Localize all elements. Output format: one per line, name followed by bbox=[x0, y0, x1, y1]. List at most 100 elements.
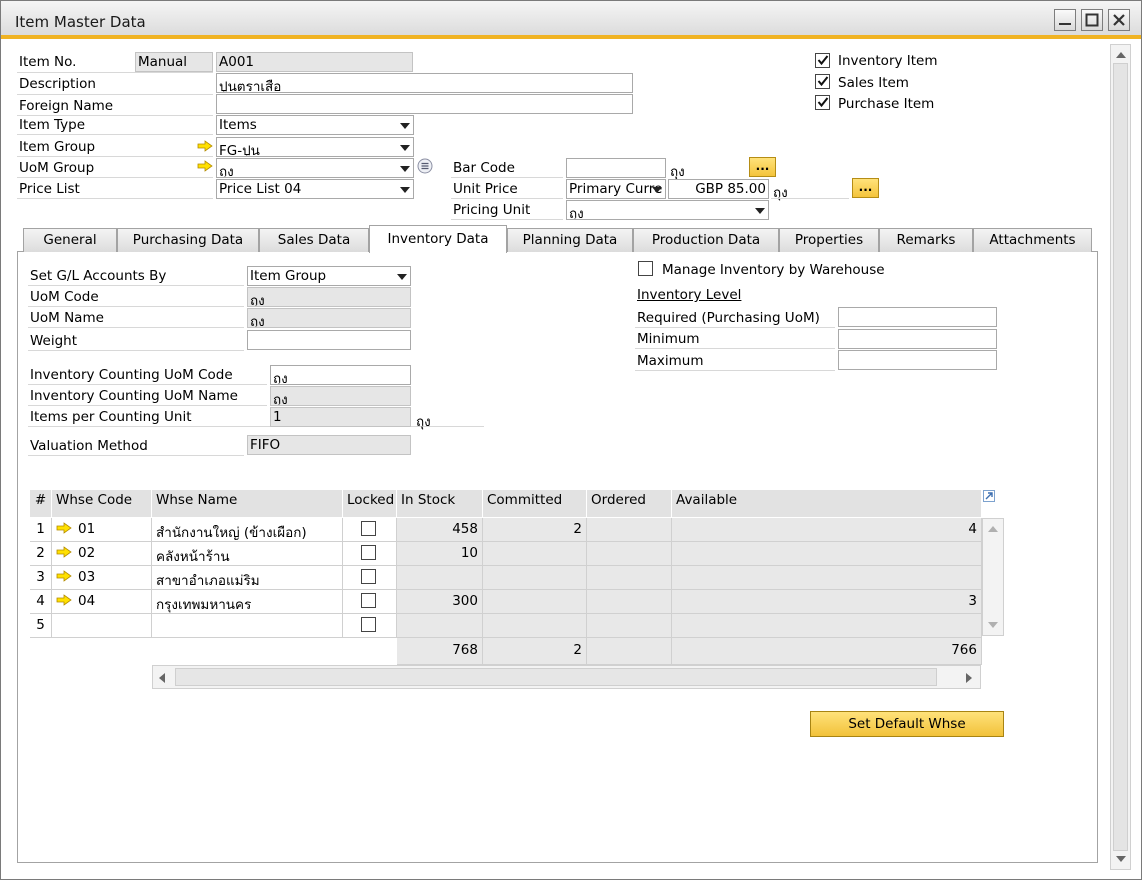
tab-general[interactable]: General bbox=[23, 228, 117, 252]
scroll-down-icon[interactable] bbox=[1115, 855, 1127, 863]
item-type-select[interactable]: Items bbox=[216, 115, 414, 135]
foreign-name-field[interactable] bbox=[216, 94, 633, 114]
scroll-thumb[interactable] bbox=[175, 668, 937, 686]
close-button[interactable] bbox=[1108, 9, 1130, 31]
link-arrow-icon[interactable] bbox=[56, 546, 72, 558]
grid-horizontal-scrollbar[interactable] bbox=[152, 665, 981, 689]
grid-cell-name[interactable]: สาขาอำเภอแม่ริม bbox=[152, 566, 343, 590]
item-group-select[interactable]: FG-ปูน bbox=[216, 137, 414, 157]
link-arrow-icon[interactable] bbox=[56, 522, 72, 534]
grid-cell-code[interactable]: 01 bbox=[52, 518, 152, 542]
grid-cell-committed[interactable] bbox=[483, 614, 587, 638]
tab-inventory-data[interactable]: Inventory Data bbox=[369, 225, 507, 253]
grid-cell-n[interactable]: 4 bbox=[30, 590, 52, 614]
column-header-locked[interactable]: Locked bbox=[343, 490, 397, 517]
counting-uom-name-field[interactable]: ถุง bbox=[270, 386, 411, 406]
column-header-number[interactable]: # bbox=[30, 490, 52, 517]
grid-cell-n[interactable]: 2 bbox=[30, 542, 52, 566]
grid-cell-name[interactable] bbox=[152, 614, 343, 638]
grid-cell-n[interactable]: 1 bbox=[30, 518, 52, 542]
scroll-up-icon[interactable] bbox=[1115, 51, 1127, 59]
column-header-whse-name[interactable]: Whse Name bbox=[152, 490, 343, 517]
tab-remarks[interactable]: Remarks bbox=[879, 228, 973, 252]
column-header-committed[interactable]: Committed bbox=[483, 490, 587, 517]
grid-cell-locked[interactable] bbox=[343, 518, 397, 542]
tab-purchasing-data[interactable]: Purchasing Data bbox=[117, 228, 259, 252]
grid-cell-n[interactable]: 5 bbox=[30, 614, 52, 638]
locked-checkbox[interactable] bbox=[361, 617, 376, 632]
link-arrow-icon[interactable] bbox=[56, 570, 72, 582]
grid-cell-name[interactable]: สำนักงานใหญ่ (ข้างเผือก) bbox=[152, 518, 343, 542]
grid-cell-committed[interactable] bbox=[483, 542, 587, 566]
title-bar[interactable]: Item Master Data bbox=[1, 1, 1141, 39]
minimize-button[interactable] bbox=[1054, 9, 1076, 31]
uom-group-select[interactable]: ถุง bbox=[216, 158, 414, 178]
grid-cell-stock[interactable] bbox=[397, 566, 483, 590]
minimum-field[interactable] bbox=[838, 329, 997, 349]
grid-cell-name[interactable]: กรุงเทพมหานคร bbox=[152, 590, 343, 614]
link-arrow-icon[interactable] bbox=[197, 140, 213, 152]
grid-cell-stock[interactable] bbox=[397, 614, 483, 638]
expand-grid-icon[interactable] bbox=[983, 490, 995, 502]
grid-cell-locked[interactable] bbox=[343, 614, 397, 638]
bar-code-more-button[interactable]: ... bbox=[749, 157, 776, 177]
column-header-whse-code[interactable]: Whse Code bbox=[52, 490, 152, 517]
scroll-right-icon[interactable] bbox=[965, 672, 973, 684]
sales-item-checkbox[interactable] bbox=[815, 74, 830, 89]
grid-cell-name[interactable]: คลังหน้าร้าน bbox=[152, 542, 343, 566]
scroll-thumb[interactable] bbox=[1113, 63, 1128, 851]
grid-cell-available[interactable]: 4 bbox=[672, 518, 982, 542]
grid-cell-code[interactable]: 04 bbox=[52, 590, 152, 614]
grid-cell-code[interactable]: 03 bbox=[52, 566, 152, 590]
description-field[interactable]: ปูนตราเสือ bbox=[216, 73, 633, 93]
link-arrow-icon[interactable] bbox=[56, 594, 72, 606]
grid-cell-available[interactable] bbox=[672, 614, 982, 638]
scroll-up-icon[interactable] bbox=[987, 525, 999, 533]
grid-cell-committed[interactable] bbox=[483, 590, 587, 614]
grid-cell-code[interactable] bbox=[52, 614, 152, 638]
weight-field[interactable] bbox=[247, 330, 411, 350]
inventory-item-checkbox[interactable] bbox=[815, 53, 830, 68]
grid-cell-ordered[interactable] bbox=[587, 590, 672, 614]
grid-vertical-scrollbar[interactable] bbox=[982, 518, 1004, 636]
item-no-field[interactable]: A001 bbox=[216, 52, 413, 72]
grid-cell-ordered[interactable] bbox=[587, 542, 672, 566]
grid-cell-available[interactable]: 3 bbox=[672, 590, 982, 614]
gl-accounts-select[interactable]: Item Group bbox=[247, 266, 411, 286]
valuation-method-field[interactable]: FIFO bbox=[247, 435, 411, 455]
tab-production-data[interactable]: Production Data bbox=[633, 228, 779, 252]
grid-cell-available[interactable] bbox=[672, 542, 982, 566]
grid-cell-locked[interactable] bbox=[343, 590, 397, 614]
grid-cell-n[interactable]: 3 bbox=[30, 566, 52, 590]
purchase-item-checkbox[interactable] bbox=[815, 95, 830, 110]
grid-cell-stock[interactable]: 10 bbox=[397, 542, 483, 566]
grid-cell-ordered[interactable] bbox=[587, 566, 672, 590]
scroll-left-icon[interactable] bbox=[158, 672, 166, 684]
uom-definition-icon[interactable] bbox=[417, 158, 433, 174]
column-header-ordered[interactable]: Ordered bbox=[587, 490, 672, 517]
grid-cell-stock[interactable]: 300 bbox=[397, 590, 483, 614]
tab-properties[interactable]: Properties bbox=[779, 228, 879, 252]
locked-checkbox[interactable] bbox=[361, 569, 376, 584]
column-header-in-stock[interactable]: In Stock bbox=[397, 490, 483, 517]
locked-checkbox[interactable] bbox=[361, 545, 376, 560]
scroll-down-icon[interactable] bbox=[987, 621, 999, 629]
locked-checkbox[interactable] bbox=[361, 521, 376, 536]
grid-cell-locked[interactable] bbox=[343, 542, 397, 566]
required-field[interactable] bbox=[838, 307, 997, 327]
currency-select[interactable]: Primary Curre bbox=[566, 179, 666, 199]
bar-code-field[interactable] bbox=[566, 158, 666, 178]
grid-cell-committed[interactable]: 2 bbox=[483, 518, 587, 542]
maximum-field[interactable] bbox=[838, 350, 997, 370]
set-default-whse-button[interactable]: Set Default Whse bbox=[810, 711, 1004, 737]
items-per-counting-field[interactable]: 1 bbox=[270, 407, 411, 427]
tab-attachments[interactable]: Attachments bbox=[973, 228, 1092, 252]
grid-cell-ordered[interactable] bbox=[587, 614, 672, 638]
unit-price-field[interactable]: GBP 85.00 bbox=[668, 179, 769, 199]
price-list-select[interactable]: Price List 04 bbox=[216, 179, 414, 199]
form-scrollbar[interactable] bbox=[1110, 44, 1131, 870]
grid-cell-committed[interactable] bbox=[483, 566, 587, 590]
column-header-available[interactable]: Available bbox=[672, 490, 982, 517]
grid-cell-ordered[interactable] bbox=[587, 518, 672, 542]
pricing-unit-select[interactable]: ถุง bbox=[566, 200, 769, 220]
